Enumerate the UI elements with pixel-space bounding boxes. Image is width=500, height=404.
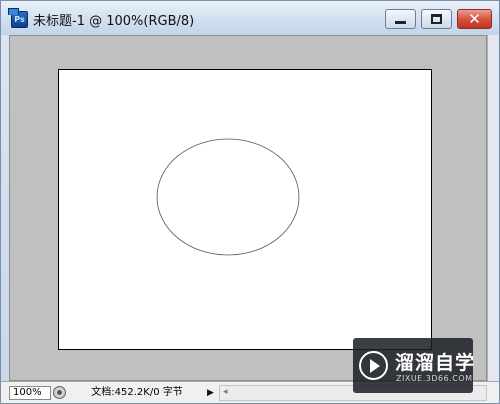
minimize-button[interactable]: [385, 9, 416, 29]
vertical-scrollbar[interactable]: [487, 35, 499, 381]
watermark-title: 溜溜自学: [395, 352, 476, 374]
status-menu-arrow-icon[interactable]: ▶: [207, 387, 216, 399]
zoom-level-field[interactable]: 100%: [9, 386, 51, 400]
close-icon: ✕: [468, 10, 481, 28]
minimize-icon: [395, 21, 406, 24]
watermark-badge: 溜溜自学 ZIXUE.3D66.COM: [353, 338, 476, 393]
photoshop-app-icon[interactable]: Ps: [8, 8, 28, 28]
close-button[interactable]: ✕: [457, 9, 492, 29]
scroll-left-icon[interactable]: ◂: [223, 387, 228, 397]
navigator-icon[interactable]: [53, 386, 66, 399]
watermark-url: ZIXUE.3D66.COM: [396, 374, 473, 383]
document-info: 文档:452.2K/0 字节: [91, 387, 183, 398]
maximize-icon: [431, 14, 442, 24]
play-logo-icon: [359, 351, 388, 380]
photoshop-document-window: Ps 未标题-1 @ 100%(RGB/8) ✕ 100% 文档:452.2K/…: [0, 0, 500, 404]
ellipse-shape[interactable]: [156, 138, 300, 256]
window-title: 未标题-1 @ 100%(RGB/8): [33, 14, 195, 29]
title-bar[interactable]: Ps 未标题-1 @ 100%(RGB/8) ✕: [1, 1, 499, 35]
canvas-workspace[interactable]: [9, 35, 487, 381]
document-canvas[interactable]: [58, 69, 432, 350]
canvas-drawing: [156, 138, 300, 256]
maximize-button[interactable]: [421, 9, 452, 29]
